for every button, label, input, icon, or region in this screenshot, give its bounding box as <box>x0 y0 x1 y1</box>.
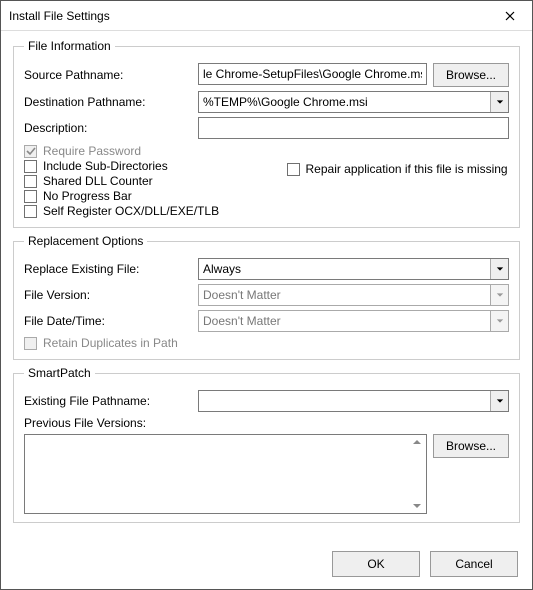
titlebar: Install File Settings <box>1 1 532 31</box>
self-register-label: Self Register OCX/DLL/EXE/TLB <box>43 204 219 218</box>
require-password-label: Require Password <box>43 144 141 158</box>
chevron-down-icon <box>490 92 508 112</box>
source-pathname-input[interactable] <box>198 63 427 85</box>
shared-dll-checkbox[interactable] <box>24 175 37 188</box>
chevron-down-icon <box>412 501 422 511</box>
replacement-options-group: Replacement Options Replace Existing Fil… <box>13 234 520 360</box>
close-icon <box>505 11 515 21</box>
close-button[interactable] <box>490 2 530 30</box>
replacement-options-legend: Replacement Options <box>24 234 147 248</box>
self-register-checkbox[interactable] <box>24 205 37 218</box>
retain-duplicates-label: Retain Duplicates in Path <box>43 336 178 350</box>
file-information-legend: File Information <box>24 39 115 53</box>
repair-app-checkbox[interactable] <box>287 163 300 176</box>
browse-previous-button[interactable]: Browse... <box>433 434 509 458</box>
existing-pathname-label: Existing File Pathname: <box>24 394 192 408</box>
no-progress-label: No Progress Bar <box>43 189 132 203</box>
scrollbar[interactable] <box>408 435 426 513</box>
chevron-down-icon <box>490 311 508 331</box>
source-pathname-label: Source Pathname: <box>24 68 192 82</box>
browse-source-button[interactable]: Browse... <box>433 63 509 87</box>
description-input[interactable] <box>198 117 509 139</box>
window-title: Install File Settings <box>9 9 110 23</box>
smartpatch-group: SmartPatch Existing File Pathname: Previ… <box>13 366 520 523</box>
file-version-value: Doesn't Matter <box>203 288 281 302</box>
previous-versions-list[interactable] <box>24 434 427 514</box>
replace-existing-label: Replace Existing File: <box>24 262 192 276</box>
include-sub-label: Include Sub-Directories <box>43 159 168 173</box>
dialog-footer: OK Cancel <box>1 543 532 589</box>
file-date-combo: Doesn't Matter <box>198 310 509 332</box>
destination-pathname-combo[interactable]: %TEMP%\Google Chrome.msi <box>198 91 509 113</box>
shared-dll-label: Shared DLL Counter <box>43 174 153 188</box>
dialog-window: Install File Settings File Information S… <box>0 0 533 590</box>
no-progress-checkbox[interactable] <box>24 190 37 203</box>
chevron-down-icon <box>490 259 508 279</box>
description-label: Description: <box>24 121 192 135</box>
destination-pathname-label: Destination Pathname: <box>24 95 192 109</box>
ok-button[interactable]: OK <box>332 551 420 577</box>
file-version-label: File Version: <box>24 288 192 302</box>
file-version-combo: Doesn't Matter <box>198 284 509 306</box>
replace-existing-combo[interactable]: Always <box>198 258 509 280</box>
require-password-checkbox <box>24 145 37 158</box>
retain-duplicates-checkbox <box>24 337 37 350</box>
chevron-down-icon <box>490 391 508 411</box>
replace-existing-value: Always <box>203 262 241 276</box>
chevron-up-icon <box>412 437 422 447</box>
file-date-label: File Date/Time: <box>24 314 192 328</box>
include-sub-checkbox[interactable] <box>24 160 37 173</box>
existing-pathname-combo[interactable] <box>198 390 509 412</box>
previous-versions-label: Previous File Versions: <box>24 416 509 430</box>
repair-app-label: Repair application if this file is missi… <box>306 162 508 176</box>
cancel-button[interactable]: Cancel <box>430 551 518 577</box>
destination-pathname-value: %TEMP%\Google Chrome.msi <box>203 95 368 109</box>
smartpatch-legend: SmartPatch <box>24 366 95 380</box>
content-area: File Information Source Pathname: Browse… <box>1 31 532 543</box>
file-date-value: Doesn't Matter <box>203 314 281 328</box>
chevron-down-icon <box>490 285 508 305</box>
require-password-row: Require Password <box>24 144 247 158</box>
file-information-group: File Information Source Pathname: Browse… <box>13 39 520 228</box>
